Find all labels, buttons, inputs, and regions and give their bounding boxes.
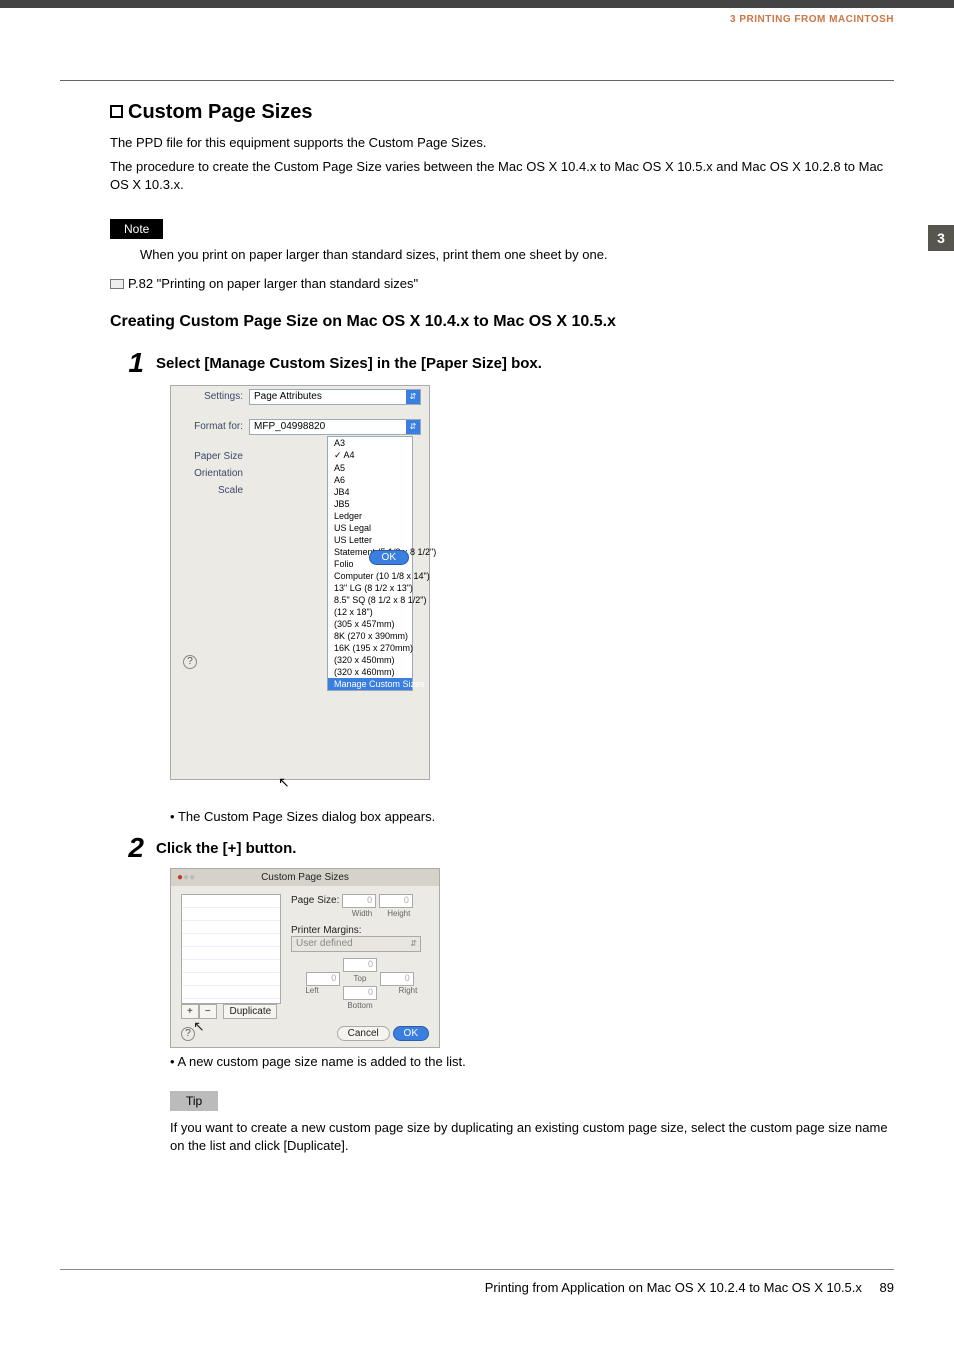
format-for-select[interactable]: MFP_04998820⇵ [249,419,421,435]
footer-text: Printing from Application on Mac OS X 10… [485,1280,862,1295]
right-sublabel: Right [391,986,425,1000]
bottom-field[interactable]: 0 [343,986,377,1000]
paper-size-option[interactable]: (320 x 460mm) [328,666,412,678]
page-footer: Printing from Application on Mac OS X 10… [60,1269,894,1295]
step-1-number: 1 [110,349,144,377]
dropdown-arrow-icon: ⇵ [406,390,420,404]
paper-size-option[interactable]: A5 [328,462,412,474]
step-1: 1 Select [Manage Custom Sizes] in the [P… [110,349,894,377]
ok-button[interactable]: OK [369,550,409,565]
duplicate-button[interactable]: Duplicate [223,1004,277,1019]
running-header: 3 PRINTING FROM MACINTOSH [730,14,894,25]
scale-label: Scale [179,485,249,496]
subsection-title: Creating Custom Page Size on Mac OS X 10… [110,313,894,331]
left-sublabel: Left [295,986,329,1000]
step-1-instruction: Select [Manage Custom Sizes] in the [Pap… [156,349,542,372]
window-controls[interactable]: ●●● [177,872,195,883]
orientation-label: Orientation [179,468,249,479]
paper-size-label: Paper Size [179,451,249,462]
remove-button[interactable]: − [199,1004,217,1019]
paper-size-option[interactable]: A6 [328,474,412,486]
bottom-sublabel: Bottom [343,1001,377,1010]
page-top-border [0,0,954,8]
paper-size-option[interactable]: A4 [328,449,412,462]
margins-preset-select[interactable]: User defined [291,936,421,952]
content-area: Custom Page Sizes The PPD file for this … [60,80,894,1271]
height-sublabel: Height [382,909,416,918]
paper-size-option[interactable]: 8.5" SQ (8 1/2 x 8 1/2") [328,594,412,606]
paper-size-option[interactable]: A3 [328,437,412,449]
section-title: Custom Page Sizes [110,101,894,124]
note-label: Note [110,219,163,239]
note-text: When you print on paper larger than stan… [140,247,894,262]
paper-size-option[interactable]: 8K (270 x 390mm) [328,630,412,642]
step-1-result: The Custom Page Sizes dialog box appears… [170,809,894,824]
page-number: 89 [880,1280,894,1295]
width-sublabel: Width [345,909,379,918]
paper-size-option[interactable]: JB5 [328,498,412,510]
intro-para-2: The procedure to create the Custom Page … [110,158,894,194]
sizes-listbox[interactable] [181,894,281,1004]
settings-label: Settings: [179,391,249,402]
help-icon[interactable]: ? [183,655,197,669]
dropdown-arrow-icon: ⇵ [406,420,420,434]
section-title-text: Custom Page Sizes [128,101,313,123]
right-field[interactable]: 0 [380,972,414,986]
intro-para-1: The PPD file for this equipment supports… [110,134,894,152]
left-field[interactable]: 0 [306,972,340,986]
settings-select[interactable]: Page Attributes⇵ [249,389,421,405]
paper-size-option[interactable]: US Legal [328,522,412,534]
paper-size-option[interactable]: Manage Custom Sizes [328,678,412,690]
paper-size-option[interactable]: 16K (195 x 270mm) [328,642,412,654]
cross-reference: P.82 "Printing on paper larger than stan… [110,276,894,291]
step-2: 2 Click the [+] button. [110,834,894,862]
page-size-label: Page Size: [291,895,339,906]
cancel-button[interactable]: Cancel [337,1026,390,1041]
chapter-tab: 3 [928,225,954,251]
height-field[interactable]: 0 [379,894,413,908]
tip-text: If you want to create a new custom page … [170,1119,894,1155]
top-field[interactable]: 0 [343,958,377,972]
paper-size-option[interactable]: (12 x 18") [328,606,412,618]
screenshot-page-setup: Settings: Page Attributes⇵ Format for: M… [170,385,430,780]
tip-label: Tip [170,1091,218,1111]
format-for-label: Format for: [179,421,249,432]
printer-margins-label: Printer Margins: [291,925,429,936]
paper-size-option[interactable]: JB4 [328,486,412,498]
step-2-result: A new custom page size name is added to … [170,1054,894,1069]
paper-size-option[interactable]: (305 x 457mm) [328,618,412,630]
ok-button[interactable]: OK [393,1026,429,1041]
paper-size-option[interactable]: Computer (10 1/8 x 14") [328,570,412,582]
book-icon [110,279,124,289]
dialog-title: Custom Page Sizes [261,872,349,883]
checkbox-bullet-icon [110,105,123,118]
xref-text: P.82 "Printing on paper larger than stan… [128,276,418,291]
top-sublabel: Top [343,974,377,983]
paper-size-option[interactable]: Ledger [328,510,412,522]
add-button[interactable]: + [181,1004,199,1019]
paper-size-option[interactable]: 13" LG (8 1/2 x 13") [328,582,412,594]
screenshot-custom-sizes: ●●● Custom Page Sizes Page Size: 0 0 Wid… [170,868,440,1048]
step-2-instruction: Click the [+] button. [156,834,296,857]
cursor-icon: ↖ [278,774,954,791]
dialog-titlebar: ●●● Custom Page Sizes [171,869,439,886]
help-icon[interactable]: ? [181,1027,195,1041]
paper-size-option[interactable]: (320 x 450mm) [328,654,412,666]
width-field[interactable]: 0 [342,894,376,908]
step-2-number: 2 [110,834,144,862]
